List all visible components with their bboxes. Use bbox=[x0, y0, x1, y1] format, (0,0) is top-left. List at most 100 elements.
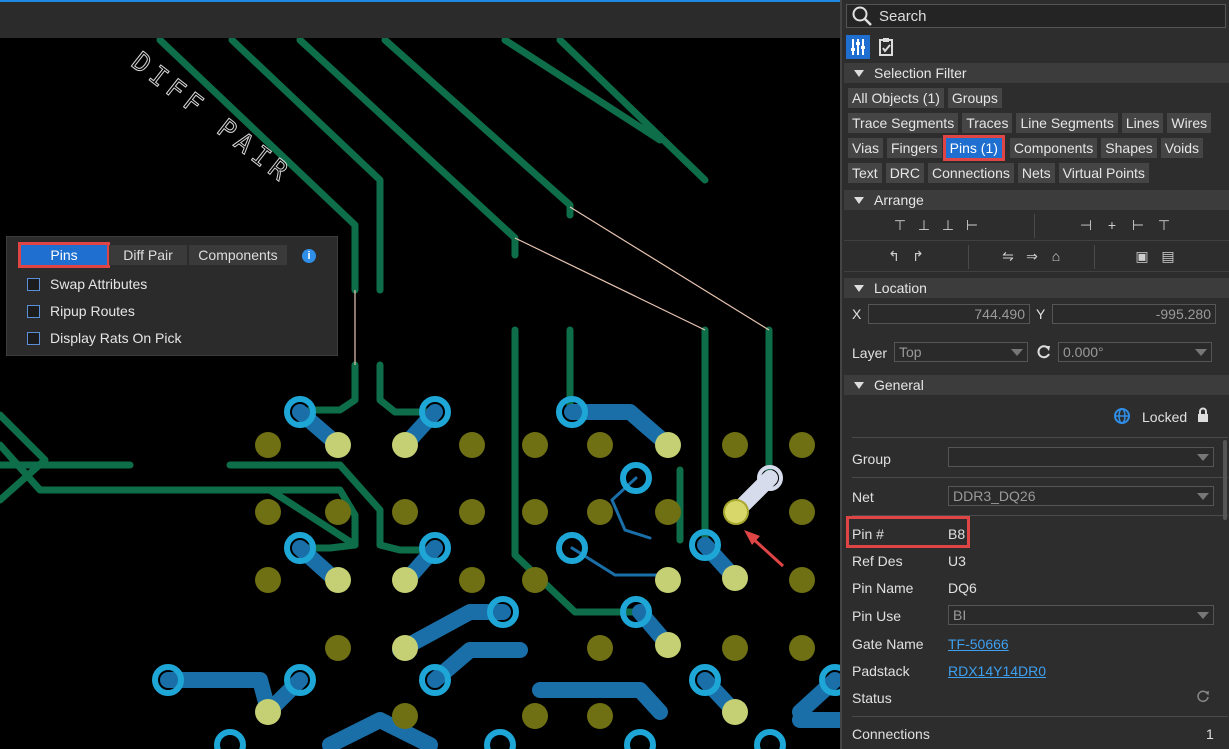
gate-name-link[interactable]: TF-50666 bbox=[948, 636, 1009, 652]
filter-wires[interactable]: Wires bbox=[1167, 113, 1212, 133]
globe-icon[interactable] bbox=[1113, 407, 1131, 425]
rotation-icon bbox=[1037, 345, 1050, 359]
pointer-arrow-icon bbox=[744, 530, 785, 568]
location-header[interactable]: Location bbox=[844, 278, 1229, 298]
filter-lines[interactable]: Lines bbox=[1121, 113, 1164, 133]
option-label: Ripup Routes bbox=[50, 303, 135, 319]
canvas-toolbar bbox=[0, 0, 840, 38]
swap-icon[interactable]: ⌂ bbox=[1048, 248, 1064, 264]
collapse-triangle-icon bbox=[854, 284, 864, 292]
checkbox[interactable] bbox=[27, 331, 40, 345]
connections-label: Connections bbox=[852, 726, 930, 742]
filter-row-2: Trace Segments Traces Line Segments Line… bbox=[848, 113, 1215, 133]
align-right-icon[interactable]: ⊢ bbox=[1130, 217, 1146, 233]
filter-components[interactable]: Components bbox=[1009, 138, 1098, 158]
filter-groups[interactable]: Groups bbox=[947, 88, 1002, 108]
properties-tab-icon[interactable] bbox=[846, 35, 870, 59]
chevron-down-icon bbox=[1197, 493, 1209, 500]
scrollbar[interactable] bbox=[1223, 440, 1227, 520]
connections-value: 1 bbox=[1206, 726, 1214, 742]
align-center-icon[interactable]: + bbox=[1104, 217, 1120, 233]
filter-line-segments[interactable]: Line Segments bbox=[1016, 113, 1118, 133]
collapse-triangle-icon bbox=[854, 196, 864, 204]
filter-shapes[interactable]: Shapes bbox=[1101, 138, 1157, 158]
section-title: Arrange bbox=[874, 192, 924, 208]
tab-diff-pair[interactable]: Diff Pair bbox=[109, 245, 187, 265]
tab-components[interactable]: Components bbox=[189, 245, 287, 265]
distribute-horizontal-icon[interactable]: ⊢ bbox=[964, 217, 980, 233]
filter-text[interactable]: Text bbox=[848, 163, 882, 183]
align-left-icon[interactable]: ⊣ bbox=[1078, 217, 1094, 233]
align-middle-icon[interactable]: ⊥ bbox=[916, 217, 932, 233]
align-bottom-icon[interactable]: ⊥ bbox=[940, 217, 956, 233]
layer-select[interactable]: Top bbox=[894, 342, 1028, 362]
filter-voids[interactable]: Voids bbox=[1160, 138, 1204, 158]
padstack-label: Padstack bbox=[852, 663, 910, 679]
tab-pins[interactable]: Pins bbox=[21, 245, 107, 265]
layer-value: Top bbox=[899, 344, 922, 360]
group-icon[interactable]: ▣ bbox=[1134, 248, 1150, 264]
group-select[interactable] bbox=[948, 447, 1214, 467]
padstack-link[interactable]: RDX14Y14DR0 bbox=[948, 663, 1046, 679]
filter-drc[interactable]: DRC bbox=[885, 163, 925, 183]
filter-pins[interactable]: Pins (1) bbox=[945, 138, 1002, 158]
search-box[interactable]: Search bbox=[846, 4, 1226, 28]
divider bbox=[1094, 245, 1095, 269]
status-label: Status bbox=[852, 690, 892, 706]
general-header[interactable]: General bbox=[844, 375, 1229, 395]
checkbox[interactable] bbox=[27, 277, 40, 291]
align-top-icon[interactable]: ⊤ bbox=[892, 217, 908, 233]
swap-attributes-option[interactable]: Swap Attributes bbox=[27, 274, 147, 294]
pick-options-panel: Pins Diff Pair Components i Swap Attribu… bbox=[6, 236, 338, 356]
pin-use-value: BI bbox=[953, 607, 967, 623]
y-label: Y bbox=[1036, 306, 1046, 322]
divider bbox=[852, 716, 1228, 717]
net-select[interactable]: DDR3_DQ26 bbox=[948, 486, 1214, 506]
rotate-left-icon[interactable]: ↰ bbox=[886, 248, 902, 264]
net-label: Net bbox=[852, 489, 874, 505]
pcb-canvas[interactable]: DIFF PAIR Pins Diff Pair Components i Sw… bbox=[0, 0, 840, 749]
y-coordinate-field[interactable]: -995.280 bbox=[1052, 304, 1216, 324]
ungroup-icon[interactable]: ▤ bbox=[1160, 248, 1176, 264]
search-icon bbox=[852, 6, 872, 26]
filter-traces[interactable]: Traces bbox=[962, 113, 1013, 133]
ripup-routes-option[interactable]: Ripup Routes bbox=[27, 301, 135, 321]
collapse-triangle-icon bbox=[854, 381, 864, 389]
filter-trace-segments[interactable]: Trace Segments bbox=[848, 113, 959, 133]
selected-pin[interactable] bbox=[723, 465, 783, 525]
info-icon[interactable]: i bbox=[302, 249, 316, 263]
divider bbox=[968, 245, 969, 269]
rotation-select[interactable]: 0.000° bbox=[1058, 342, 1212, 362]
pin-name-label: Pin Name bbox=[852, 580, 914, 596]
clipboard-check-icon[interactable] bbox=[874, 35, 898, 59]
filter-vias[interactable]: Vias bbox=[848, 138, 883, 158]
refresh-icon[interactable] bbox=[1196, 689, 1210, 703]
pin-use-select[interactable]: BI bbox=[948, 605, 1214, 625]
group-label: Group bbox=[852, 451, 891, 467]
flip-icon[interactable]: ⇒ bbox=[1024, 248, 1040, 264]
section-title: Selection Filter bbox=[874, 65, 967, 81]
option-label: Swap Attributes bbox=[50, 276, 148, 292]
filter-connections[interactable]: Connections bbox=[928, 163, 1014, 183]
filter-fingers[interactable]: Fingers bbox=[886, 138, 942, 158]
collapse-triangle-icon bbox=[854, 69, 864, 77]
distribute-vertical-icon[interactable]: ⊤ bbox=[1156, 217, 1172, 233]
selection-filter-header[interactable]: Selection Filter bbox=[844, 63, 1229, 83]
pin-number-label: Pin # bbox=[852, 526, 884, 542]
pcb-layout-view[interactable]: DIFF PAIR bbox=[0, 38, 840, 749]
lock-icon[interactable] bbox=[1196, 407, 1210, 423]
ref-des-value: U3 bbox=[948, 553, 966, 569]
mirror-icon[interactable]: ⇋ bbox=[1000, 248, 1016, 264]
display-rats-option[interactable]: Display Rats On Pick bbox=[27, 328, 181, 348]
checkbox[interactable] bbox=[27, 304, 40, 318]
option-label: Display Rats On Pick bbox=[50, 330, 182, 346]
rotate-right-icon[interactable]: ↱ bbox=[910, 248, 926, 264]
filter-all-objects[interactable]: All Objects (1) bbox=[848, 88, 944, 108]
x-coordinate-field[interactable]: 744.490 bbox=[868, 304, 1030, 324]
search-input[interactable]: Search bbox=[879, 8, 927, 25]
arrange-header[interactable]: Arrange bbox=[844, 190, 1229, 210]
section-title: General bbox=[874, 377, 924, 393]
filter-virtual-points[interactable]: Virtual Points bbox=[1058, 163, 1149, 183]
pick-mode-tabs: Pins Diff Pair Components bbox=[21, 245, 289, 267]
filter-nets[interactable]: Nets bbox=[1017, 163, 1055, 183]
